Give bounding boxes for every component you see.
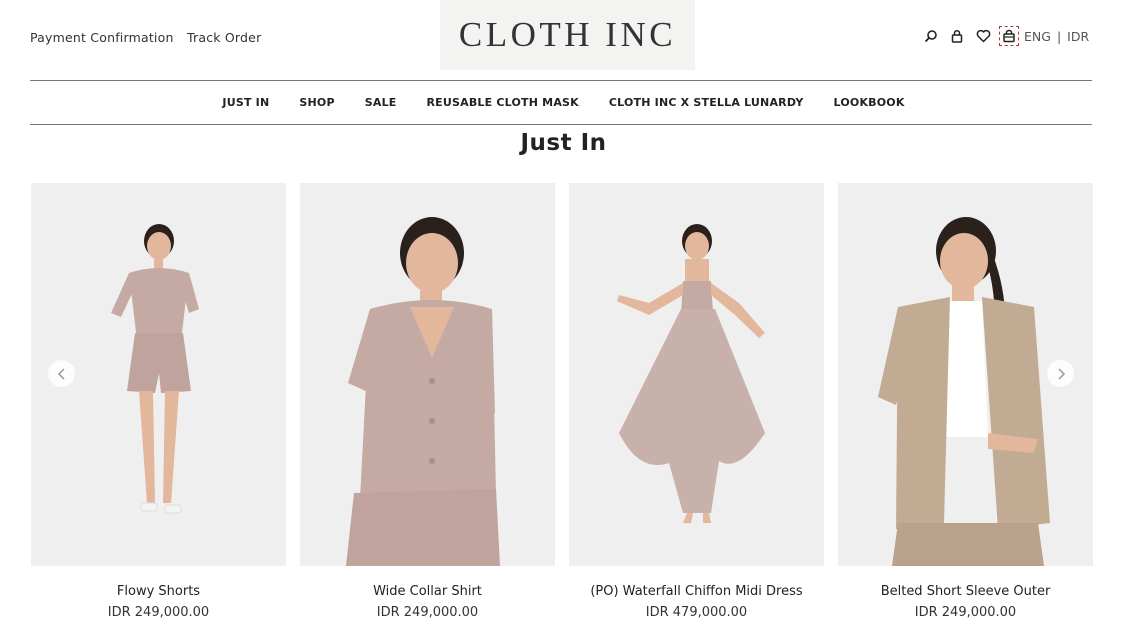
- product-price: IDR 249,000.00: [107, 605, 210, 620]
- divider: |: [1056, 28, 1062, 44]
- heart-icon[interactable]: [974, 27, 992, 45]
- track-order-link[interactable]: Track Order: [187, 30, 261, 45]
- logo-text: CLOTH INC: [458, 15, 677, 54]
- nav-item-reusable-cloth-mask[interactable]: REUSABLE CLOTH MASK: [427, 96, 579, 109]
- product-name[interactable]: (PO) Waterfall Chiffon Midi Dress: [569, 584, 824, 599]
- nav-item-lookbook[interactable]: LOOKBOOK: [834, 96, 905, 109]
- product-name[interactable]: Belted Short Sleeve Outer: [838, 584, 1093, 599]
- language-selector[interactable]: ENG: [1024, 29, 1051, 44]
- product-image[interactable]: [569, 183, 824, 566]
- nav-item-collab[interactable]: CLOTH INC X STELLA LUNARDY: [609, 96, 804, 109]
- chevron-left-icon: [57, 367, 65, 380]
- currency-selector[interactable]: IDR: [1067, 29, 1089, 44]
- bag-icon[interactable]: [999, 26, 1019, 46]
- carousel-prev-button[interactable]: [48, 360, 75, 387]
- nav-item-shop[interactable]: SHOP: [299, 96, 334, 109]
- nav-item-sale[interactable]: SALE: [365, 96, 397, 109]
- nav-bottom-divider: [30, 124, 1092, 125]
- header-actions: ENG | IDR: [922, 26, 1089, 46]
- lock-icon[interactable]: [948, 27, 966, 45]
- product-price: IDR 479,000.00: [645, 605, 748, 620]
- nav-top-divider: [30, 80, 1092, 81]
- chevron-right-icon: [1057, 367, 1065, 380]
- product-name[interactable]: Wide Collar Shirt: [300, 584, 555, 599]
- product-name[interactable]: Flowy Shorts: [31, 584, 286, 599]
- nav-item-just-in[interactable]: JUST IN: [222, 96, 269, 109]
- product-price: IDR 249,000.00: [376, 605, 479, 620]
- product-image[interactable]: [300, 183, 555, 566]
- product-price: IDR 249,000.00: [914, 605, 1017, 620]
- logo[interactable]: CLOTH INC: [440, 0, 695, 70]
- product-card[interactable]: Belted Short Sleeve Outer IDR 249,000.00: [838, 183, 1093, 620]
- product-card[interactable]: (PO) Waterfall Chiffon Midi Dress IDR 47…: [569, 183, 824, 620]
- product-card[interactable]: Wide Collar Shirt IDR 249,000.00: [300, 183, 555, 620]
- product-card[interactable]: Flowy Shorts IDR 249,000.00: [31, 183, 286, 620]
- payment-confirmation-link[interactable]: Payment Confirmation: [30, 30, 174, 45]
- section-title: Just In: [520, 130, 607, 156]
- search-icon[interactable]: [922, 27, 940, 45]
- main-nav: JUST IN SHOP SALE REUSABLE CLOTH MASK CL…: [0, 96, 1127, 109]
- carousel-next-button[interactable]: [1047, 360, 1074, 387]
